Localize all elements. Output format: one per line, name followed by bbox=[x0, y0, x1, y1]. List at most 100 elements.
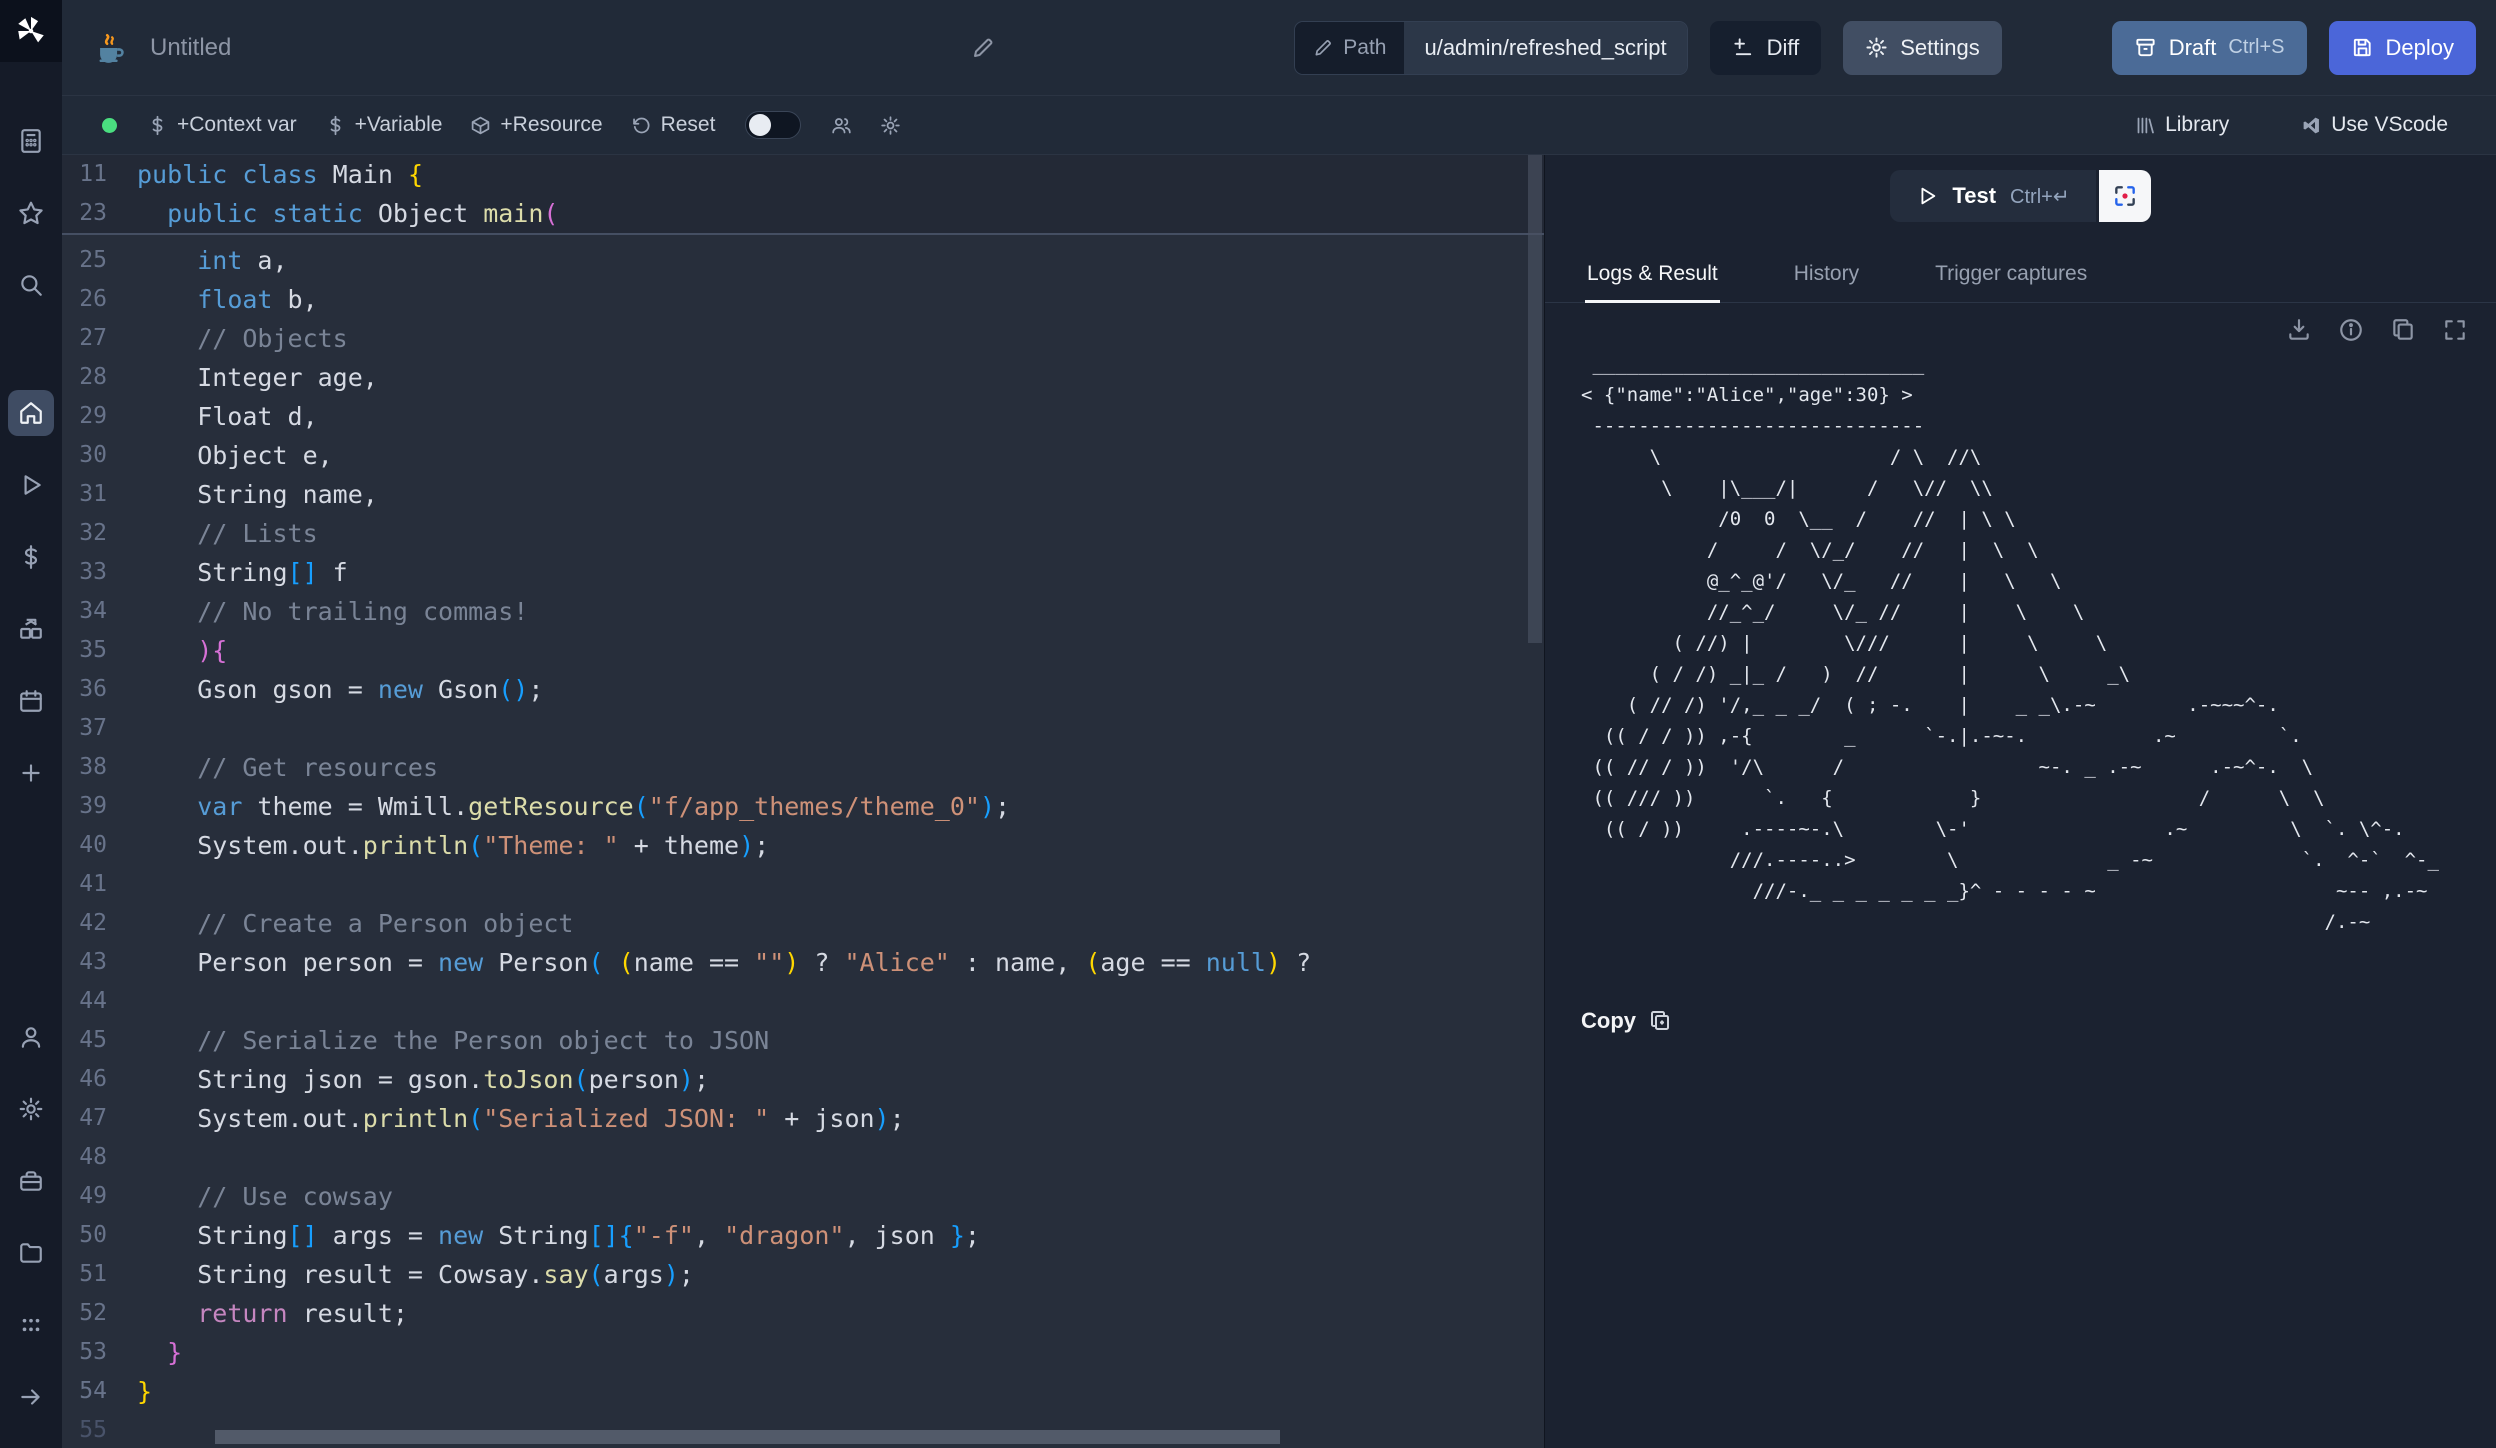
code-line[interactable]: 40 System.out.println("Theme: " + theme)… bbox=[62, 826, 1544, 865]
code-line[interactable]: 50 String[] args = new String[]{"-f", "d… bbox=[62, 1216, 1544, 1255]
panel-tabs: Logs & Result History Trigger captures bbox=[1545, 252, 2496, 303]
sidebar-item-settings[interactable] bbox=[8, 1086, 54, 1132]
toggle-switch[interactable] bbox=[745, 111, 801, 139]
sidebar-item-favorites[interactable] bbox=[8, 190, 54, 236]
test-button[interactable]: Test Ctrl+↵ bbox=[1890, 170, 2095, 222]
capture-button[interactable] bbox=[2099, 170, 2151, 222]
code-line[interactable]: 27 // Objects bbox=[62, 319, 1544, 358]
code-line[interactable]: 49 // Use cowsay bbox=[62, 1177, 1544, 1216]
library-button[interactable]: Library bbox=[2121, 105, 2243, 145]
sidebar-item-add[interactable] bbox=[8, 750, 54, 796]
folder-icon bbox=[18, 1240, 44, 1266]
code-line[interactable]: 44 bbox=[62, 982, 1544, 1021]
code-line[interactable]: 28 Integer age, bbox=[62, 358, 1544, 397]
arrow-right-icon bbox=[18, 1384, 44, 1410]
add-variable-button[interactable]: +Variable bbox=[311, 105, 457, 145]
tab-trigger-captures[interactable]: Trigger captures bbox=[1933, 252, 2089, 302]
sidebar-item-search[interactable] bbox=[8, 262, 54, 308]
line-number: 52 bbox=[62, 1294, 107, 1333]
windmill-logo[interactable] bbox=[0, 0, 62, 62]
code-line[interactable]: 29 Float d, bbox=[62, 397, 1544, 436]
code-line[interactable]: 39 var theme = Wmill.getResource("f/app_… bbox=[62, 787, 1544, 826]
code-editor[interactable]: 11public class Main {23 public static Ob… bbox=[62, 155, 1544, 1448]
clipboard-copy-icon bbox=[1648, 1009, 1672, 1033]
sidebar-item-workers[interactable] bbox=[8, 1158, 54, 1204]
code-line[interactable]: 53 } bbox=[62, 1333, 1544, 1372]
code-line[interactable]: 35 ){ bbox=[62, 631, 1544, 670]
code-line[interactable]: 30 Object e, bbox=[62, 436, 1544, 475]
sidebar-item-account[interactable] bbox=[8, 1014, 54, 1060]
sidebar-item-apps-grid[interactable] bbox=[8, 1302, 54, 1348]
code-text: // Use cowsay bbox=[137, 1177, 393, 1216]
test-label: Test bbox=[1952, 183, 1996, 209]
code-line[interactable]: 34 // No trailing commas! bbox=[62, 592, 1544, 631]
expand-result-button[interactable] bbox=[2442, 317, 2468, 343]
line-number: 31 bbox=[62, 475, 107, 514]
code-line[interactable]: 37 bbox=[62, 709, 1544, 748]
code-line[interactable]: 54} bbox=[62, 1372, 1544, 1411]
code-line[interactable]: 42 // Create a Person object bbox=[62, 904, 1544, 943]
use-vscode-button[interactable]: Use VScode bbox=[2287, 105, 2462, 145]
sidebar-item-folders[interactable] bbox=[8, 1230, 54, 1276]
edit-title-button[interactable] bbox=[971, 36, 995, 60]
add-resource-button[interactable]: +Resource bbox=[456, 105, 616, 145]
code-line[interactable]: 36 Gson gson = new Gson(); bbox=[62, 670, 1544, 709]
code-line[interactable]: 48 bbox=[62, 1138, 1544, 1177]
tab-history[interactable]: History bbox=[1792, 252, 1861, 302]
download-result-button[interactable] bbox=[2286, 317, 2312, 343]
topbar-actions: Path u/admin/refreshed_script Diff Setti… bbox=[1294, 21, 2476, 75]
line-number: 55 bbox=[62, 1411, 107, 1448]
line-number: 49 bbox=[62, 1177, 107, 1216]
sidebar-item-runs[interactable] bbox=[8, 462, 54, 508]
code-text: } bbox=[137, 1372, 152, 1411]
collaborators-button[interactable] bbox=[817, 105, 866, 145]
sidebar-item-resources[interactable] bbox=[8, 606, 54, 652]
editor-horizontal-scrollbar[interactable] bbox=[215, 1430, 1280, 1444]
sidebar-item-variables[interactable] bbox=[8, 534, 54, 580]
settings-button[interactable]: Settings bbox=[1843, 21, 2002, 75]
package-icon bbox=[470, 115, 491, 136]
code-line[interactable]: 41 bbox=[62, 865, 1544, 904]
diff-button[interactable]: Diff bbox=[1710, 21, 1822, 75]
code-line[interactable]: 31 String name, bbox=[62, 475, 1544, 514]
result-actions bbox=[1545, 303, 2496, 343]
add-context-var-button[interactable]: +Context var bbox=[133, 105, 311, 145]
code-line[interactable]: 23 public static Object main( bbox=[62, 194, 1544, 233]
code-line[interactable]: 38 // Get resources bbox=[62, 748, 1544, 787]
code-line[interactable]: 32 // Lists bbox=[62, 514, 1544, 553]
draft-button[interactable]: Draft Ctrl+S bbox=[2112, 21, 2307, 75]
path-field[interactable]: Path u/admin/refreshed_script bbox=[1294, 21, 1687, 75]
code-text: Float d, bbox=[137, 397, 318, 436]
sidebar-item-home[interactable] bbox=[8, 390, 54, 436]
editor-settings-button[interactable] bbox=[866, 105, 915, 145]
code-text: Integer age, bbox=[137, 358, 378, 397]
info-icon bbox=[2338, 317, 2364, 343]
collapse-sidebar-button[interactable] bbox=[8, 1374, 54, 1420]
editor-vertical-scrollbar[interactable] bbox=[1528, 155, 1542, 643]
code-line[interactable]: 51 String result = Cowsay.say(args); bbox=[62, 1255, 1544, 1294]
code-line[interactable]: 11public class Main { bbox=[62, 155, 1544, 194]
copy-result-icon-button[interactable] bbox=[2390, 317, 2416, 343]
content-row: 11public class Main {23 public static Ob… bbox=[62, 155, 2496, 1448]
title-field[interactable]: Untitled bbox=[150, 34, 995, 62]
code-lines: 25 int a,26 float b,27 // Objects28 Inte… bbox=[62, 235, 1544, 1448]
code-line[interactable]: 46 String json = gson.toJson(person); bbox=[62, 1060, 1544, 1099]
code-line[interactable]: 52 return result; bbox=[62, 1294, 1544, 1333]
code-line[interactable]: 45 // Serialize the Person object to JSO… bbox=[62, 1021, 1544, 1060]
code-line[interactable]: 33 String[] f bbox=[62, 553, 1544, 592]
sidebar-item-schedules[interactable] bbox=[8, 678, 54, 724]
code-line[interactable]: 47 System.out.println("Serialized JSON: … bbox=[62, 1099, 1544, 1138]
code-line[interactable]: 26 float b, bbox=[62, 280, 1544, 319]
code-line[interactable]: 25 int a, bbox=[62, 241, 1544, 280]
reset-button[interactable]: Reset bbox=[617, 105, 730, 145]
draft-shortcut: Ctrl+S bbox=[2228, 36, 2284, 59]
code-line[interactable]: 43 Person person = new Person( (name == … bbox=[62, 943, 1544, 982]
sidebar-item-calculator[interactable] bbox=[8, 118, 54, 164]
line-number: 11 bbox=[62, 155, 107, 194]
deploy-button[interactable]: Deploy bbox=[2329, 21, 2476, 75]
copy-result-button[interactable]: Copy bbox=[1581, 1008, 1672, 1034]
result-info-button[interactable] bbox=[2338, 317, 2364, 343]
library-label: Library bbox=[2165, 113, 2229, 137]
code-text: Person person = new Person( (name == "")… bbox=[137, 943, 1311, 982]
tab-logs-result[interactable]: Logs & Result bbox=[1585, 252, 1720, 302]
